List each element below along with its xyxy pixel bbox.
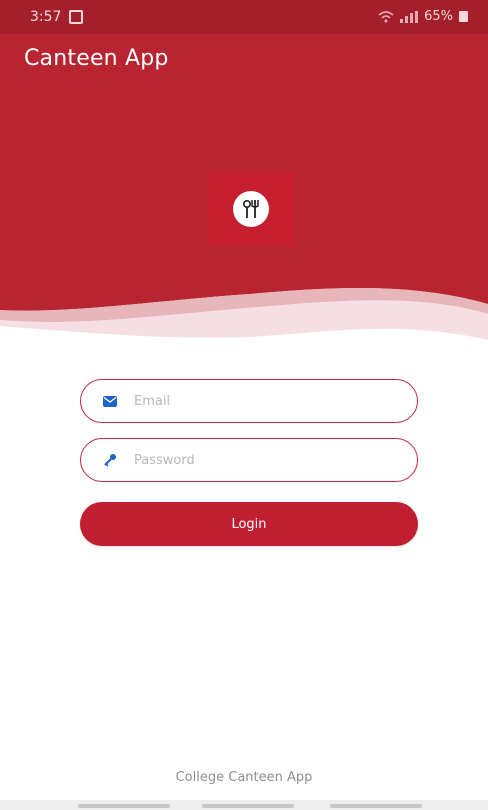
status-bar: 3:57 65% <box>0 0 488 34</box>
signal-icon <box>400 10 419 23</box>
key-icon <box>100 450 120 470</box>
app-logo <box>208 172 294 246</box>
utensils-icon <box>242 199 259 218</box>
footer-caption: College Canteen App <box>175 770 313 785</box>
nav-back-button[interactable] <box>330 804 422 808</box>
login-button-label: Login <box>231 516 267 532</box>
battery-percent: 65% <box>424 9 453 24</box>
login-button[interactable]: Login <box>80 502 418 546</box>
email-field[interactable] <box>80 379 418 423</box>
nav-recent-button[interactable] <box>78 804 170 808</box>
wifi-icon <box>378 10 394 22</box>
password-field[interactable] <box>80 438 418 482</box>
status-icons: 65% <box>378 9 468 24</box>
app-bar: Canteen App <box>0 34 488 82</box>
password-input[interactable] <box>134 452 417 468</box>
email-icon <box>100 391 120 411</box>
app-title: Canteen App <box>24 45 169 71</box>
logo-circle <box>233 191 269 227</box>
email-input[interactable] <box>134 393 417 409</box>
nav-home-button[interactable] <box>202 804 294 808</box>
notification-icon <box>69 10 84 24</box>
battery-icon <box>459 11 468 22</box>
status-time: 3:57 <box>30 9 62 25</box>
system-nav-bar <box>0 800 488 810</box>
